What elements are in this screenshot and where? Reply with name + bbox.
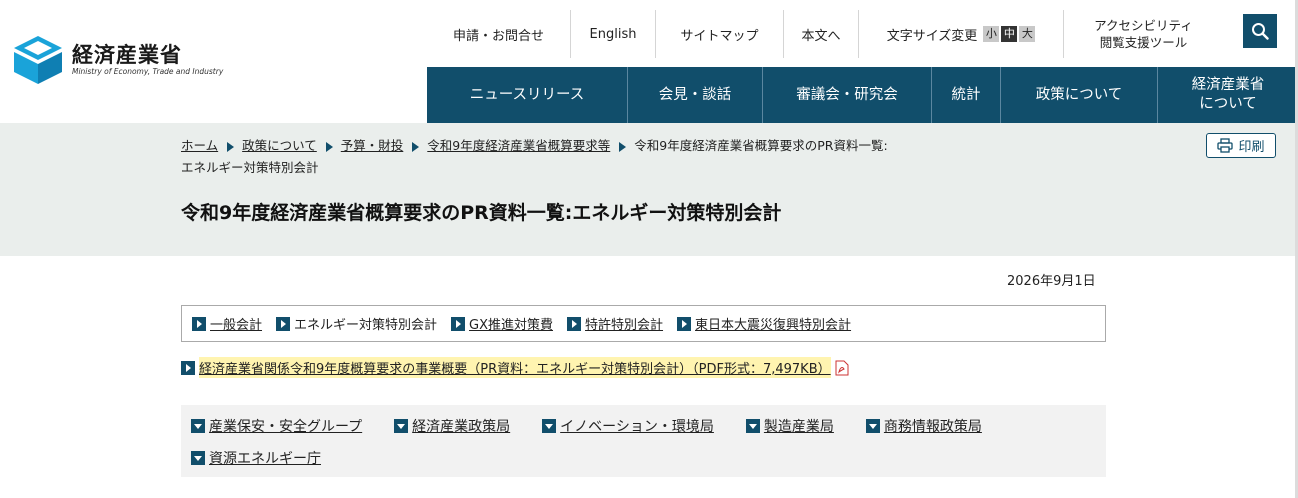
arrow-right-icon <box>192 316 206 331</box>
bureau-energy-agency[interactable]: 資源エネルギー庁 <box>191 448 321 468</box>
logo-subtitle: Ministry of Economy, Trade and Industry <box>72 67 224 76</box>
global-nav: ニュースリリース 会見・談話 審議会・研究会 統計 政策について 経済産業省 に… <box>427 67 1298 123</box>
skip-to-content-link[interactable]: 本文へ <box>783 10 858 58</box>
logo-title: 経済産業省 <box>72 43 182 67</box>
bureau-label: 製造産業局 <box>763 418 834 435</box>
gnav-councils[interactable]: 審議会・研究会 <box>762 67 931 123</box>
gnav-about-line1: 経済産業省 <box>1191 77 1265 93</box>
tab-reconstruction-special-account[interactable]: 東日本大震災復興特別会計 <box>677 314 851 333</box>
tab-label: GX推進対策費 <box>469 318 554 333</box>
arrow-down-icon <box>191 418 205 433</box>
accessibility-line2: 閲覧支援ツール <box>1099 35 1188 50</box>
arrow-right-icon <box>451 316 466 331</box>
gnav-policy[interactable]: 政策について <box>1000 67 1157 123</box>
bureau-economic-policy[interactable]: 経済産業政策局 <box>394 416 510 436</box>
breadcrumb-current-line2: エネルギー対策特別会計 <box>181 160 319 175</box>
breadcrumb: ホーム 政策について 予算・財投 令和9年度経済産業省概算要求等 令和9年度経済産業省概… <box>181 135 941 179</box>
utility-nav: 申請・お問合せ English サイトマップ 本文へ 文字サイズ変更 小 中 大… <box>427 10 1223 58</box>
search-button[interactable] <box>1243 14 1277 48</box>
arrow-down-icon <box>191 450 205 465</box>
breadcrumb-arrow-icon <box>412 141 420 152</box>
breadcrumb-home[interactable]: ホーム <box>181 138 218 153</box>
site-header: 経済産業省 Ministry of Economy, Trade and Ind… <box>0 0 1298 123</box>
tab-gx-promotion[interactable]: GX推進対策費 <box>451 314 553 333</box>
gnav-statistics[interactable]: 統計 <box>931 67 1000 123</box>
tab-label: 東日本大震災復興特別会計 <box>695 318 852 333</box>
font-size-medium-button[interactable]: 中 <box>1001 26 1018 42</box>
publish-date: 2026年9月1日 <box>1007 274 1096 289</box>
breadcrumb-arrow-icon <box>619 141 627 152</box>
font-size-small-button[interactable]: 小 <box>983 26 1000 42</box>
print-button[interactable]: 印刷 <box>1206 133 1276 158</box>
meti-logo-mark-icon <box>14 36 62 84</box>
bureau-industrial-safety[interactable]: 産業保安・安全グループ <box>191 416 362 436</box>
accessibility-tool-link[interactable]: アクセシビリティ 閲覧支援ツール <box>1063 10 1223 58</box>
print-label: 印刷 <box>1238 140 1265 155</box>
gnav-news-release[interactable]: ニュースリリース <box>427 67 627 123</box>
bureau-innovation-environment[interactable]: イノベーション・環境局 <box>542 416 714 436</box>
search-icon <box>1252 23 1269 40</box>
arrow-down-icon <box>745 418 760 433</box>
english-link[interactable]: English <box>570 10 655 58</box>
arrow-right-icon <box>677 316 692 331</box>
meti-logo[interactable]: 経済産業省 Ministry of Economy, Trade and Ind… <box>12 34 223 86</box>
bureau-label: 経済産業政策局 <box>412 418 511 435</box>
account-tabs: 一般会計 エネルギー対策特別会計 GX推進対策費 特許特別会計 東日本大震災復興… <box>181 305 1106 342</box>
breadcrumb-budget-request[interactable]: 令和9年度経済産業省概算要求等 <box>427 138 610 153</box>
arrow-down-icon <box>394 418 409 433</box>
arrow-right-icon <box>276 316 291 331</box>
bureau-links: 産業保安・安全グループ 経済産業政策局 イノベーション・環境局 製造産業局 商務… <box>181 405 1106 477</box>
pdf-document-link[interactable]: 経済産業省関係令和9年度概算要求の事業概要（PR資料：エネルギー対策特別会計）（… <box>181 357 849 378</box>
tab-label: エネルギー対策特別会計 <box>294 318 438 333</box>
pdf-link-text: 経済産業省関係令和9年度概算要求の事業概要（PR資料：エネルギー対策特別会計）（… <box>199 357 831 378</box>
breadcrumb-arrow-icon <box>325 141 333 152</box>
tab-patent-special-account[interactable]: 特許特別会計 <box>567 314 663 333</box>
arrow-down-icon <box>865 418 880 433</box>
bureau-label: 資源エネルギー庁 <box>209 450 321 467</box>
breadcrumb-policy[interactable]: 政策について <box>242 138 317 153</box>
breadcrumb-arrow-icon <box>227 141 235 152</box>
bureau-label: 商務情報政策局 <box>883 418 982 435</box>
font-size-control: 文字サイズ変更 小 中 大 <box>858 10 1063 58</box>
breadcrumb-budget[interactable]: 予算・財投 <box>341 138 404 153</box>
tab-label: 一般会計 <box>210 318 263 333</box>
arrow-right-icon <box>567 316 582 331</box>
arrow-down-icon <box>542 418 557 433</box>
tab-label: 特許特別会計 <box>585 318 664 333</box>
font-size-label: 文字サイズ変更 <box>886 28 978 44</box>
printer-icon <box>1217 138 1234 153</box>
breadcrumb-current-line1: 令和9年度経済産業省概算要求のPR資料一覧: <box>634 138 888 153</box>
gnav-about-meti[interactable]: 経済産業省 について <box>1157 67 1298 123</box>
gnav-press-conference[interactable]: 会見・談話 <box>627 67 762 123</box>
bureau-label: イノベーション・環境局 <box>560 418 714 435</box>
accessibility-line1: アクセシビリティ <box>1094 18 1193 33</box>
contact-link[interactable]: 申請・お問合せ <box>427 10 570 58</box>
bureau-label: 産業保安・安全グループ <box>209 418 363 435</box>
arrow-right-icon <box>181 360 195 375</box>
sitemap-link[interactable]: サイトマップ <box>655 10 783 58</box>
tab-energy-special-account: エネルギー対策特別会計 <box>276 314 437 333</box>
font-size-large-button[interactable]: 大 <box>1019 26 1036 42</box>
bureau-manufacturing[interactable]: 製造産業局 <box>745 416 834 436</box>
tab-general-account[interactable]: 一般会計 <box>192 314 262 333</box>
bureau-commerce-information[interactable]: 商務情報政策局 <box>865 416 982 436</box>
page-title: 令和9年度経済産業省概算要求のPR資料一覧:エネルギー対策特別会計 <box>181 202 782 224</box>
gnav-about-line2: について <box>1199 96 1257 112</box>
pdf-icon <box>835 360 849 375</box>
